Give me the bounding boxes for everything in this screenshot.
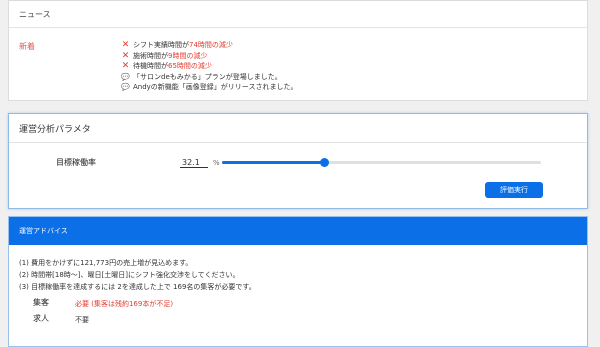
- evaluate-button[interactable]: 評価実行: [485, 182, 543, 198]
- percent-unit: %: [213, 159, 220, 167]
- stat-label-hiring: 求人: [33, 314, 49, 323]
- news-title: ニュース: [19, 9, 51, 19]
- chat-bubble-icon: 💬: [121, 72, 130, 81]
- advice-header: 運営アドバイス: [9, 217, 587, 245]
- advice-line: (3) 目標稼働率を達成するには 2を達成した上で 169名の集客が必要です。: [19, 283, 256, 291]
- stat-value-hiring: 不要: [75, 316, 89, 324]
- news-list: ✕ シフト実績時間が 74時間の減少 ✕ 施術時間が 9時間の減少 ✕ 待機時間が 6…: [121, 40, 297, 93]
- news-item-text: Andyの新機能「画像登録」がリリースされました。: [133, 83, 298, 91]
- x-icon: ✕: [121, 50, 130, 61]
- news-item[interactable]: 💬 「サロンdeもみかる」プランが登場しました。: [121, 72, 297, 83]
- news-header: ニュース: [9, 1, 587, 28]
- x-icon: ✕: [121, 61, 130, 71]
- news-item-highlight: 9時間の減少: [168, 51, 208, 60]
- advice-line: (2) 時間帯[18時〜]、曜日[土曜日]にシフト強化交渉をしてください。: [19, 271, 240, 279]
- news-body: 新着 ✕ シフト実績時間が 74時間の減少 ✕ 施術時間が 9時間の減少 ✕ 待機時…: [9, 28, 587, 102]
- news-item[interactable]: 💬 Andyの新機能「画像登録」がリリースされました。: [121, 82, 297, 93]
- slider-handle[interactable]: [319, 158, 329, 167]
- slider-fill: [222, 161, 325, 164]
- news-card: ニュース 新着 ✕ シフト実績時間が 74時間の減少 ✕ 施術時間が 9時間の減少 …: [8, 0, 588, 101]
- utilization-slider[interactable]: [222, 158, 541, 167]
- advice-line: (1) 費用をかけずに121,773円の売上増が見込めます。: [19, 259, 193, 267]
- advice-card: 運営アドバイス (1) 費用をかけずに121,773円の売上増が見込めます。 (…: [8, 216, 588, 347]
- chat-bubble-icon: 💬: [121, 83, 130, 91]
- analysis-card: 運営分析パラメタ 目標稼働率 32.1 % 評価実行: [8, 113, 588, 209]
- advice-lines: (1) 費用をかけずに121,773円の売上増が見込めます。 (2) 時間帯[1…: [19, 257, 256, 293]
- stat-value-recruitment: 必要 (集客は残約169本が不足): [75, 300, 174, 308]
- news-new-tag: 新着: [19, 42, 35, 51]
- news-item-text: シフト実績時間が: [133, 41, 189, 49]
- news-item-text: 待機時間が: [133, 62, 168, 70]
- news-item[interactable]: ✕ シフト実績時間が 74時間の減少: [121, 40, 297, 51]
- target-utilization-input[interactable]: 32.1: [180, 158, 208, 168]
- analysis-header: 運営分析パラメタ: [9, 114, 587, 143]
- analysis-title: 運営分析パラメタ: [19, 124, 91, 135]
- news-item[interactable]: ✕ 待機時間が 65時間の減少: [121, 61, 297, 72]
- news-item-highlight: 74時間の減少: [189, 41, 233, 49]
- target-utilization-label: 目標稼働率: [56, 158, 96, 167]
- advice-title: 運営アドバイス: [19, 227, 68, 235]
- news-item-highlight: 65時間の減少: [168, 62, 212, 70]
- news-item[interactable]: ✕ 施術時間が 9時間の減少: [121, 51, 297, 62]
- x-icon: ✕: [121, 40, 130, 50]
- news-item-text: 施術時間が: [133, 51, 168, 60]
- news-item-text: 「サロンdeもみかる」プランが登場しました。: [133, 72, 282, 81]
- stat-label-recruitment: 集客: [33, 298, 49, 307]
